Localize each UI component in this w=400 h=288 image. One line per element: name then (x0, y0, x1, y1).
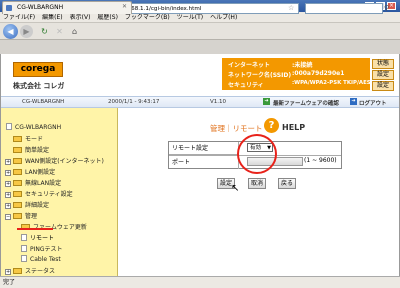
setting-side-button-2[interactable]: 設定 (372, 81, 394, 91)
security-label: セキュリティ (228, 82, 264, 89)
folder-icon (13, 268, 22, 274)
security-value: :WPA/WPA2-PSK TKIP/AES (292, 80, 371, 86)
menu-help[interactable]: ヘルプ(H) (210, 14, 237, 21)
folder-icon (13, 191, 22, 197)
tab-close-icon[interactable]: ✕ (122, 3, 127, 10)
expand-icon[interactable]: + (5, 159, 11, 165)
internet-value: :未接続 (292, 62, 313, 69)
folder-icon (13, 136, 22, 142)
setting-side-button[interactable]: 設定 (372, 70, 394, 80)
menu-edit[interactable]: 編集(E) (42, 14, 62, 21)
browser-status-bar: 完了 (0, 276, 400, 288)
forward-button[interactable]: ▶ (20, 25, 33, 38)
expand-icon[interactable]: + (5, 269, 11, 275)
model-name: CG-WLBARGNH (22, 99, 65, 105)
back-page-button[interactable]: 戻る (278, 178, 296, 189)
selected-item-underline (17, 228, 53, 230)
device-datetime: 2000/1/1 - 9:43:17 (108, 99, 160, 105)
sidebar-item-mode[interactable]: モード (13, 134, 43, 143)
sidebar-item-ping-test[interactable]: PINGテスト (21, 244, 63, 253)
expand-icon[interactable]: + (5, 203, 11, 209)
sidebar-item-remote[interactable]: リモート (21, 233, 54, 242)
sidebar-item-advanced[interactable]: + 詳細設定 (5, 200, 49, 209)
cancel-button[interactable]: 取消 (248, 178, 266, 189)
expand-icon[interactable]: + (5, 181, 11, 187)
folder-icon (13, 180, 22, 186)
help-icon[interactable]: ? (264, 118, 279, 133)
tab-cg-wlbargnh[interactable]: CG-WLBARGNH (2, 1, 132, 14)
search-icon[interactable]: ⚲ (384, 4, 389, 12)
ssid-label: ネットワーク名(SSID) (228, 72, 292, 79)
internet-label: インターネット (228, 62, 271, 69)
tab-strip (0, 40, 400, 54)
page-title: 管理｜リモート (210, 124, 263, 133)
page-icon (21, 255, 27, 262)
corega-logo: corega (13, 62, 63, 77)
reload-icon[interactable]: ↻ (38, 25, 51, 38)
folder-open-icon (13, 213, 22, 219)
page-icon (21, 234, 27, 241)
sidebar-item-lan[interactable]: + LAN側設定 (5, 167, 55, 176)
home-icon[interactable]: ⌂ (68, 25, 81, 38)
menu-tools[interactable]: ツール(T) (177, 14, 203, 21)
firmware-version: V1.10 (210, 99, 227, 105)
logout-link[interactable]: ログアウト (359, 99, 387, 107)
folder-icon (13, 202, 22, 208)
bookmark-star-icon[interactable]: ☆ (288, 4, 294, 12)
collapse-icon[interactable]: − (5, 214, 11, 220)
sidebar-item-easy-setup[interactable]: 簡単設定 (13, 145, 49, 154)
menu-history[interactable]: 履歴(S) (97, 14, 118, 21)
ssid-value: :000a79d290e1 (292, 70, 345, 77)
logout-icon: ➜ (350, 98, 357, 105)
search-input[interactable] (305, 3, 383, 14)
sidebar-item-cable-test[interactable]: Cable Test (21, 255, 61, 263)
navigation-toolbar: ◀ ▶ ↻ ✕ ⌂ (0, 23, 400, 40)
page-icon (6, 123, 12, 130)
port-label: ポート (169, 156, 239, 169)
stop-icon[interactable]: ✕ (53, 25, 66, 38)
sidebar-item-wireless[interactable]: + 無線LAN設定 (5, 178, 61, 187)
help-label[interactable]: HELP (282, 123, 305, 132)
folder-icon (13, 169, 22, 175)
sidebar-root[interactable]: CG-WLBARGNH (6, 123, 61, 131)
menu-file[interactable]: ファイル(F) (3, 14, 35, 21)
back-button[interactable]: ◀ (3, 24, 18, 39)
remote-setting-label: リモート設定 (169, 142, 239, 155)
tab-favicon-icon (6, 5, 12, 11)
firmware-check-link[interactable]: 最新ファームウェアの確認 (273, 99, 339, 107)
sidebar-item-wan[interactable]: + WAN側設定(インターネット) (5, 156, 104, 165)
expand-icon[interactable]: + (5, 192, 11, 198)
folder-icon (13, 147, 22, 153)
sidebar-item-status[interactable]: + ステータス (5, 266, 55, 275)
sidebar-item-admin[interactable]: − 管理 (5, 211, 37, 220)
mouse-cursor-icon: ↖ (231, 183, 240, 194)
highlight-circle-annotation (237, 134, 277, 174)
menu-bookmarks[interactable]: ブックマーク(B) (125, 14, 170, 21)
sidebar-item-security[interactable]: + セキュリティ設定 (5, 189, 73, 198)
status-side-button[interactable]: 状態 (372, 59, 394, 69)
folder-icon (13, 158, 22, 164)
port-range-hint: (1 ~ 9600) (304, 157, 337, 164)
page-icon (21, 245, 27, 252)
arrow-right-icon: ➜ (263, 98, 270, 105)
company-name: 株式会社 コレガ (13, 82, 65, 90)
expand-icon[interactable]: + (5, 170, 11, 176)
menu-view[interactable]: 表示(V) (70, 14, 91, 21)
